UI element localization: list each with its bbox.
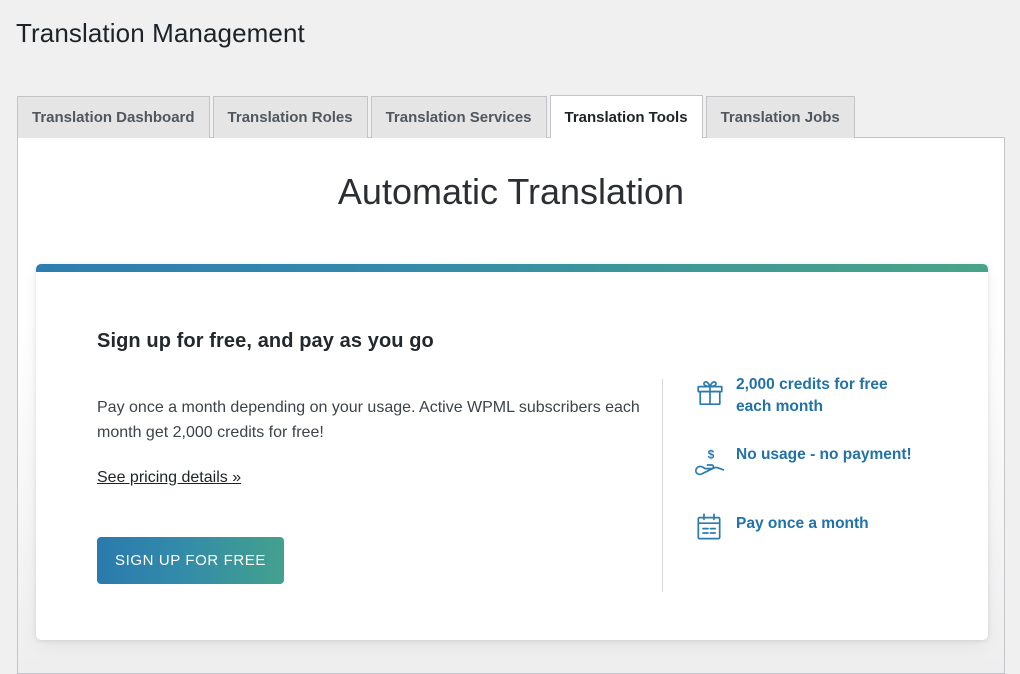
feature-item-monthly-pay: Pay once a month xyxy=(694,506,964,546)
feature-list: 2,000 credits for free each month $ No u… xyxy=(694,372,964,546)
page-title: Translation Management xyxy=(16,18,305,48)
feature-label: No usage - no payment! xyxy=(736,446,912,463)
tab-label: Translation Services xyxy=(385,109,532,126)
hand-dollar-icon: $ xyxy=(694,442,736,482)
card-gradient-bar xyxy=(36,264,988,272)
tab-translation-jobs[interactable]: Translation Jobs xyxy=(705,96,855,138)
svg-text:$: $ xyxy=(708,448,715,462)
main-content-panel: Automatic Translation Sign up for free, … xyxy=(17,137,1005,674)
tab-label: Translation Jobs xyxy=(720,109,840,126)
tab-translation-roles[interactable]: Translation Roles xyxy=(212,96,368,138)
feature-item-credits: 2,000 credits for free each month xyxy=(694,372,964,418)
tab-translation-tools[interactable]: Translation Tools xyxy=(549,95,703,138)
gift-icon xyxy=(694,372,736,412)
feature-label: 2,000 credits for free each month xyxy=(736,376,888,415)
page-section-title: Automatic Translation xyxy=(337,171,685,212)
panel-inner: Automatic Translation Sign up for free, … xyxy=(18,138,1004,673)
vertical-divider xyxy=(662,379,663,592)
see-pricing-details-link[interactable]: See pricing details » xyxy=(97,469,241,487)
tab-label: Translation Roles xyxy=(227,109,353,126)
feature-label: Pay once a month xyxy=(736,515,869,532)
tab-label: Translation Dashboard xyxy=(32,109,195,126)
feature-item-no-usage: $ No usage - no payment! xyxy=(694,442,964,482)
signup-promo-card: Sign up for free, and pay as you go Pay … xyxy=(36,264,988,640)
tab-label: Translation Tools xyxy=(564,108,688,126)
tab-strip: Translation Dashboard Translation Roles … xyxy=(17,95,858,138)
sign-up-for-free-button[interactable]: SIGN UP FOR FREE xyxy=(97,537,284,584)
card-body: Sign up for free, and pay as you go Pay … xyxy=(36,272,988,640)
card-description: Pay once a month depending on your usage… xyxy=(97,399,640,441)
tab-translation-services[interactable]: Translation Services xyxy=(370,96,547,138)
card-heading: Sign up for free, and pay as you go xyxy=(97,330,434,352)
tab-translation-dashboard[interactable]: Translation Dashboard xyxy=(17,96,210,138)
calendar-icon xyxy=(694,506,736,546)
